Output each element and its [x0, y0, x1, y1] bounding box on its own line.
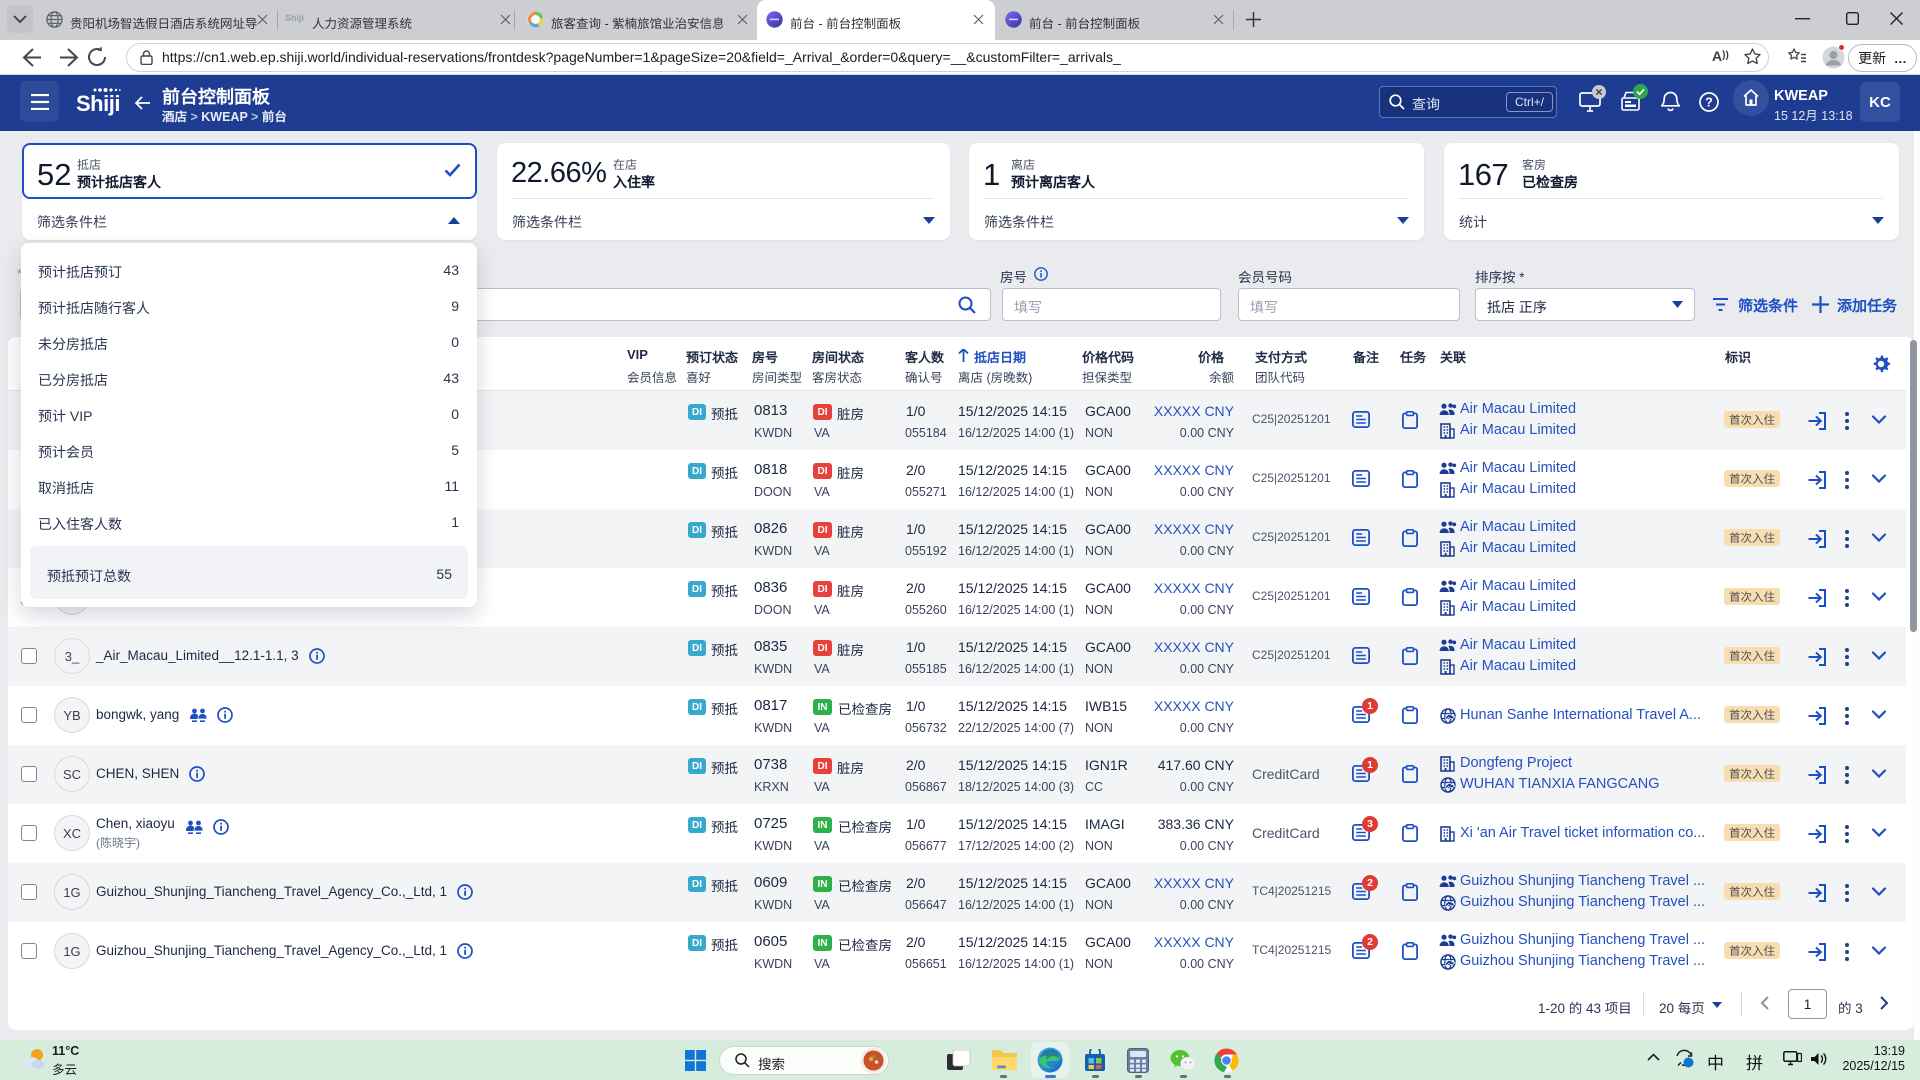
svg-text:?: ?: [1705, 96, 1713, 110]
